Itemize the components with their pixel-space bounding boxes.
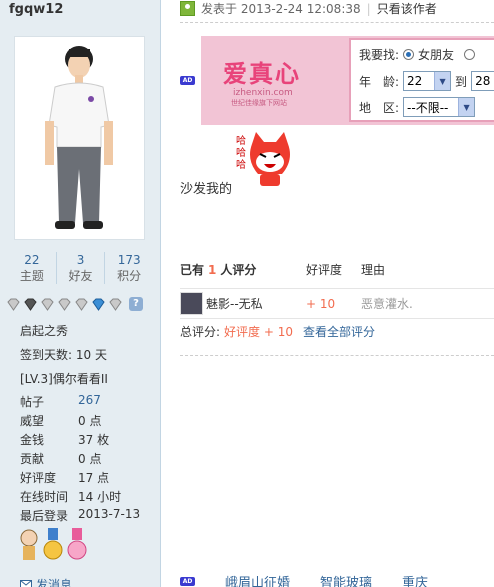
svg-text:哈: 哈 <box>236 146 246 159</box>
info-posts: 帖子 267 <box>20 393 101 409</box>
send-message-link[interactable]: 发消息 <box>20 576 72 587</box>
user-level: [LV.3]偶尔看看II <box>20 372 108 386</box>
info-money: 金钱 37 枚 <box>20 433 110 447</box>
medal-icon[interactable] <box>42 528 64 562</box>
age-from-select[interactable]: 22 ▼ <box>403 71 452 91</box>
medal-icon[interactable] <box>66 528 88 562</box>
region-row: 地 区: --不限-- ▼ <box>359 97 476 117</box>
post-content: 沙发我的 <box>180 182 233 197</box>
radio-boyfriend[interactable] <box>464 49 476 60</box>
diamond-icon <box>24 298 37 311</box>
medal-icon[interactable] <box>18 528 40 562</box>
user-rank[interactable]: 启起之秀 <box>20 322 68 339</box>
radio-girlfriend[interactable] <box>403 49 415 60</box>
chevron-down-icon: ▼ <box>458 98 475 116</box>
user-stats: 22 主题 3 好友 173 积分 <box>8 252 153 284</box>
rater-avatar[interactable] <box>180 292 203 315</box>
ad-search-form: 我要找: 女朋友 年 龄: 22 ▼ 到 28 地 区: --不限-- ▼ <box>349 38 494 122</box>
age-to-select[interactable]: 28 <box>471 71 494 91</box>
region-select[interactable]: --不限-- ▼ <box>403 97 476 117</box>
ad-banner[interactable]: 爱真心 izhenxin.com 世纪佳缘旗下网站 我要找: 女朋友 年 龄: … <box>201 36 494 125</box>
rater-name[interactable]: 魅影--无私 <box>206 295 263 312</box>
diamond-icon <box>7 298 20 311</box>
rating-table: 已有 1 人评分 好评度 理由 魅影--无私 + 10 恶意灌水. 总评分: 好评度… <box>180 258 494 344</box>
stat-friends[interactable]: 3 好友 <box>57 252 106 284</box>
looking-row: 我要找: 女朋友 <box>359 46 476 63</box>
medals <box>18 528 88 562</box>
avatar[interactable] <box>14 36 145 240</box>
info-reputation: 好评度 17 点 <box>20 471 110 485</box>
age-row: 年 龄: 22 ▼ 到 28 <box>359 71 494 91</box>
ad-url: izhenxin.com <box>233 88 293 98</box>
stat-points[interactable]: 173 积分 <box>105 252 153 284</box>
ad-logo: 爱真心 <box>223 60 301 88</box>
table-row: 魅影--无私 + 10 恶意灌水. <box>180 288 494 318</box>
diamond-icon <box>58 298 71 311</box>
checkin-days: 签到天数: 10 天 <box>20 348 107 362</box>
info-prestige: 威望 0 点 <box>20 414 102 428</box>
info-last-login: 最后登录 2013-7-13 <box>20 507 141 523</box>
stat-threads[interactable]: 22 主题 <box>8 252 57 284</box>
post-header: 发表于 2013-2-24 12:08:38 | 只看该作者 <box>180 0 437 17</box>
rating-reason: 恶意灌水. <box>361 297 413 311</box>
only-author-link[interactable]: 只看该作者 <box>377 0 437 17</box>
divider <box>180 355 494 356</box>
ad-link[interactable]: 智能玻璃 <box>320 572 372 587</box>
diamond-icon <box>75 298 88 311</box>
post-time: 发表于 2013-2-24 12:08:38 <box>201 2 361 16</box>
post-main: 发表于 2013-2-24 12:08:38 | 只看该作者 AD 爱真心 iz… <box>162 0 494 587</box>
envelope-icon <box>20 579 32 587</box>
diamond-icon <box>41 298 54 311</box>
view-all-ratings-link[interactable]: 查看全部评分 <box>303 323 375 340</box>
online-status-icon <box>180 1 195 16</box>
divider <box>180 22 494 23</box>
chevron-down-icon: ▼ <box>434 72 451 90</box>
rating-header: 已有 1 人评分 好评度 理由 <box>180 262 386 277</box>
rating-score: + 10 <box>306 296 336 311</box>
ad-link[interactable]: 重庆 <box>402 572 428 587</box>
diamond-icon <box>92 298 105 311</box>
svg-text:哈: 哈 <box>236 134 246 147</box>
help-icon[interactable]: ? <box>129 297 143 311</box>
username[interactable]: fgqw12 <box>9 2 63 17</box>
info-online-time: 在线时间 14 小时 <box>20 490 122 504</box>
ad-badge: AD <box>180 76 195 85</box>
ad-badge: AD <box>180 577 195 586</box>
diamond-icon <box>109 298 122 311</box>
rank-gems: ? <box>6 297 143 311</box>
svg-text:哈: 哈 <box>236 158 246 171</box>
user-sidebar: fgqw12 22 主题 3 好友 173 积分 ? 启起之秀 签到天数: 10… <box>0 0 161 587</box>
bottom-ads: AD 峨眉山征婚 智能玻璃 重庆 <box>180 572 428 587</box>
laugh-emoticon: 哈 哈 哈 <box>236 130 298 193</box>
ad-tagline: 世纪佳缘旗下网站 <box>231 99 287 107</box>
info-contribution: 贡献 0 点 <box>20 452 102 466</box>
ad-link[interactable]: 峨眉山征婚 <box>225 572 290 587</box>
rating-total: 总评分: 好评度 + 10 查看全部评分 <box>180 318 494 344</box>
